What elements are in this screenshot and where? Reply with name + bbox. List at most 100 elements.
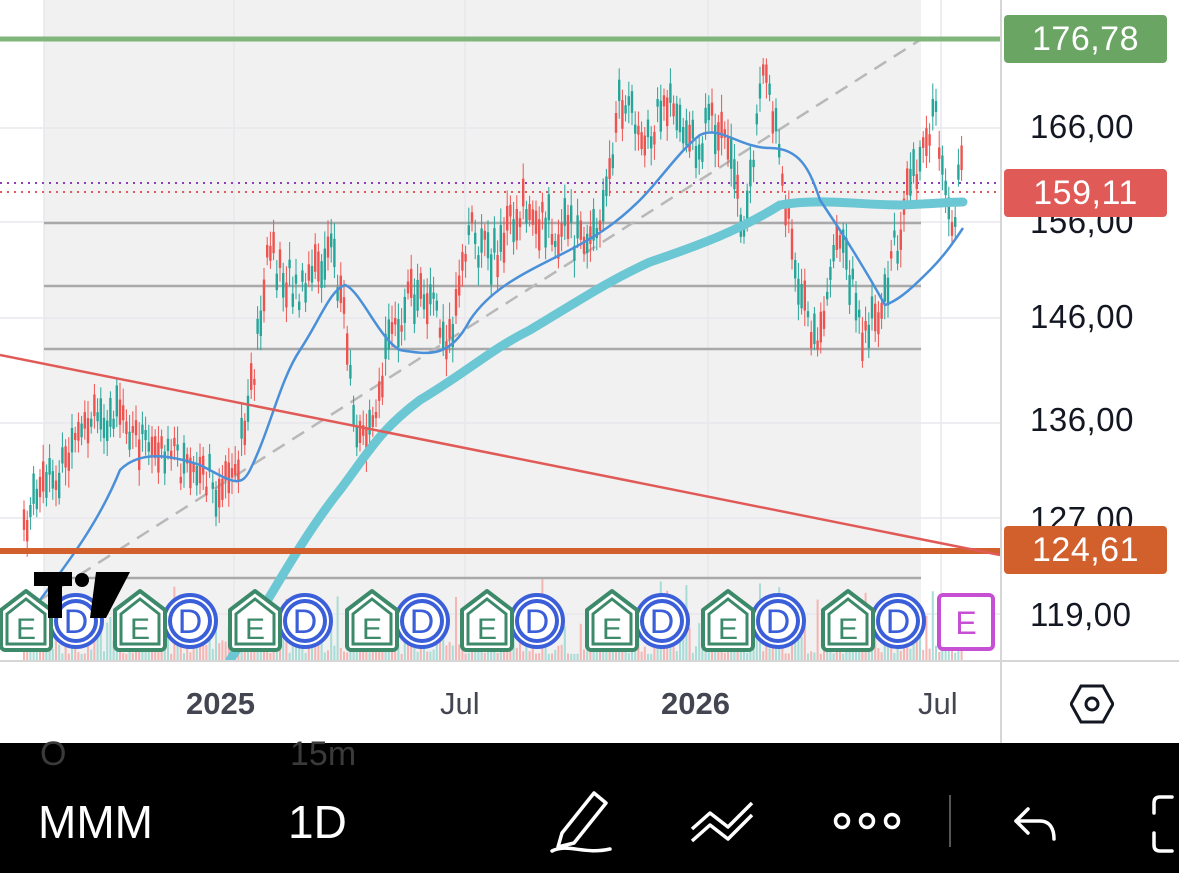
settings-hexagon-icon[interactable]: [1070, 684, 1114, 724]
earnings-marker[interactable]: E: [699, 588, 757, 652]
indicators-icon[interactable]: [688, 795, 758, 845]
candle-body: [950, 222, 954, 236]
candle-body: [160, 436, 163, 449]
volume-bar: [691, 652, 694, 660]
candle-body: [416, 279, 419, 311]
candle-body: [275, 273, 278, 291]
candle-body: [349, 365, 352, 379]
candle-body: [618, 79, 621, 101]
price-tick: 146,00: [1030, 298, 1134, 335]
volume-bar: [522, 651, 525, 660]
more-icon[interactable]: [832, 811, 902, 831]
candle-body: [134, 420, 138, 436]
candle-body: [538, 219, 541, 251]
price-chart[interactable]: [0, 0, 1000, 660]
candle-body: [448, 319, 451, 339]
candle-body: [858, 309, 861, 318]
earnings-marker[interactable]: E: [583, 588, 641, 652]
pen-icon[interactable]: [548, 785, 614, 857]
volume-bar: [487, 652, 489, 660]
candle-body: [941, 155, 944, 175]
time-label: Jul: [918, 686, 958, 721]
volume-bar: [627, 652, 630, 660]
upcoming-earnings-marker[interactable]: E: [936, 592, 996, 652]
candle-body: [458, 275, 461, 296]
volume-bar: [323, 652, 326, 660]
volume-bar: [675, 651, 678, 660]
candle-body: [534, 210, 538, 234]
earnings-marker[interactable]: E: [819, 588, 877, 652]
candle-body: [128, 431, 131, 450]
candle-body: [374, 411, 378, 419]
candle-body: [154, 436, 157, 459]
candle-body: [816, 340, 819, 350]
earnings-marker[interactable]: E: [343, 588, 401, 652]
dividend-label: D: [410, 603, 435, 641]
volume-bar: [467, 652, 470, 660]
candle-body: [701, 143, 704, 162]
candle-body: [93, 394, 96, 417]
candle-body: [672, 103, 675, 117]
candle-body: [387, 319, 390, 350]
candle-body: [621, 100, 624, 129]
support-price-label: 124,61: [1004, 526, 1167, 574]
candle-body: [422, 294, 426, 310]
candle-body: [506, 205, 509, 231]
candle-body: [278, 249, 282, 268]
candle-body: [544, 217, 547, 248]
candle-body: [518, 218, 522, 228]
candle-body: [26, 520, 29, 542]
volume-bar: [106, 622, 109, 660]
candle-body: [515, 209, 518, 241]
volume-bar: [483, 652, 486, 660]
volume-bar: [45, 650, 48, 660]
candle-body: [346, 333, 349, 365]
time-label: 2025: [186, 686, 255, 721]
candle-body: [643, 135, 646, 156]
price-axis[interactable]: 166,00 156,00 146,00 136,00 127,00 119,0…: [1000, 0, 1179, 660]
chart-pane[interactable]: DEDEDEDEDEDEDEDEE: [0, 0, 1000, 660]
earnings-marker[interactable]: E: [226, 588, 284, 652]
candle-body: [560, 223, 563, 237]
candle-body: [358, 420, 362, 443]
candle-body: [138, 439, 141, 471]
dividend-marker[interactable]: D: [748, 592, 808, 652]
volume-bar: [77, 652, 80, 660]
candle-body: [282, 273, 285, 298]
dividend-marker[interactable]: D: [632, 592, 692, 652]
dividend-label: D: [178, 603, 203, 641]
candle-body: [291, 293, 294, 307]
candle-body: [166, 438, 170, 452]
candle-body: [67, 452, 70, 471]
candle-body: [42, 461, 45, 492]
earnings-marker[interactable]: E: [458, 588, 516, 652]
fullscreen-icon[interactable]: [1150, 793, 1179, 855]
candle-body: [589, 226, 592, 244]
toolbar-divider: [949, 795, 951, 847]
candle-body: [125, 421, 128, 434]
candle-body: [867, 324, 870, 348]
candle-body: [410, 268, 413, 298]
time-axis[interactable]: 2025 Jul 2026 Jul: [0, 660, 1000, 743]
candle-body: [835, 225, 838, 250]
candle-body: [525, 209, 528, 224]
dividend-marker[interactable]: D: [868, 592, 928, 652]
candle-body: [685, 120, 688, 146]
undo-icon[interactable]: [1012, 803, 1058, 843]
volume-bar: [259, 651, 262, 660]
dividend-marker[interactable]: D: [507, 592, 567, 652]
candle-body: [470, 212, 474, 224]
candle-body: [99, 398, 102, 430]
candle-body: [608, 158, 611, 179]
chart-settings-button[interactable]: [1000, 660, 1179, 743]
volume-bar: [339, 647, 342, 660]
symbol-button[interactable]: MMM: [38, 795, 153, 849]
dividend-marker[interactable]: D: [160, 592, 220, 652]
volume-bar: [835, 651, 838, 660]
dividend-marker[interactable]: D: [392, 592, 452, 652]
candle-body: [490, 254, 493, 285]
interval-button[interactable]: 1D: [288, 795, 347, 849]
candle-body: [493, 228, 496, 253]
dividend-marker[interactable]: D: [275, 592, 335, 652]
candle-body: [109, 397, 112, 427]
